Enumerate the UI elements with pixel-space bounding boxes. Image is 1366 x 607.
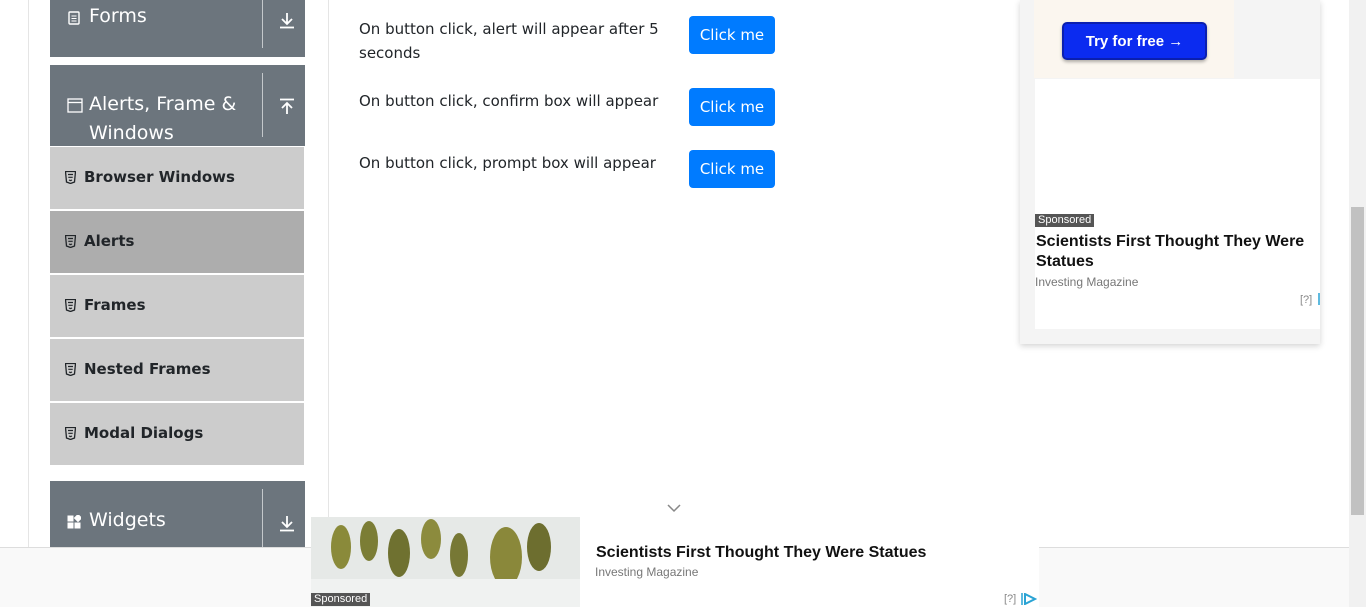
ad-source: Investing Magazine: [1035, 275, 1139, 289]
sidebar-group-forms[interactable]: Forms: [50, 0, 305, 57]
group-separator: [262, 0, 263, 48]
sponsored-label: Sponsored: [311, 593, 371, 606]
page-left-border: [28, 0, 29, 607]
sidebar-item-nested-frames[interactable]: Nested Frames: [50, 339, 304, 401]
sidebar-item-label: Modal Dialogs: [84, 424, 204, 442]
ad-right: Try for free → Sponsored Scientists Firs…: [1020, 0, 1320, 344]
sidebar-item-frames[interactable]: Frames: [50, 275, 304, 337]
collapse-up-icon[interactable]: [277, 97, 297, 117]
confirm-button[interactable]: Click me: [689, 88, 775, 126]
chevron-down-icon[interactable]: [666, 502, 682, 514]
sidebar-divider: [328, 0, 329, 547]
ad-info-link[interactable]: [?]: [1300, 294, 1312, 306]
adchoices-icon[interactable]: [1021, 593, 1037, 605]
bottom-ad[interactable]: Sponsored Scientists First Thought They …: [311, 517, 1039, 607]
sidebar-item-alerts[interactable]: Alerts: [50, 211, 304, 273]
expand-down-icon[interactable]: [277, 513, 297, 533]
html5-icon: [65, 171, 76, 184]
sidebar-group-widgets[interactable]: Widgets: [50, 481, 305, 547]
window-icon: [67, 98, 83, 113]
ad-source: Investing Magazine: [595, 565, 699, 579]
sidebar-group-alerts-frame-windows[interactable]: Alerts, Frame & Windows: [50, 65, 305, 146]
sidebar-item-modal-dialogs[interactable]: Modal Dialogs: [50, 403, 304, 465]
prompt-button[interactable]: Click me: [689, 150, 775, 188]
ad-headline[interactable]: Scientists First Thought They Were Statu…: [596, 544, 926, 562]
prompt-description: On button click, prompt box will appear: [359, 154, 656, 172]
alert-timer-description: On button click, alert will appear after…: [359, 20, 659, 62]
ad-info-link[interactable]: [?]: [1004, 593, 1016, 605]
sidebar-item-label: Browser Windows: [84, 168, 235, 186]
scrollbar-thumb[interactable]: [1351, 207, 1364, 515]
group-title-line2: Windows: [89, 122, 174, 144]
ad-image[interactable]: Sponsored: [311, 517, 580, 607]
adchoices-icon[interactable]: [1318, 293, 1320, 305]
group-separator: [262, 489, 263, 547]
ad-card[interactable]: Sponsored Scientists First Thought They …: [1035, 79, 1320, 329]
html5-icon: [65, 299, 76, 312]
timer-alert-button[interactable]: Click me: [689, 16, 775, 54]
group-separator: [262, 73, 263, 137]
try-for-free-button[interactable]: Try for free →: [1062, 22, 1207, 60]
expand-down-icon[interactable]: [277, 10, 297, 30]
html5-icon: [65, 235, 76, 248]
group-title: Forms: [89, 5, 147, 27]
sidebar-item-label: Alerts: [84, 232, 135, 250]
sidebar-item-label: Frames: [84, 296, 146, 314]
html5-icon: [65, 363, 76, 376]
confirm-description: On button click, confirm box will appear: [359, 92, 659, 110]
grid-icon: [67, 515, 81, 529]
document-icon: [68, 11, 80, 25]
sidebar-item-label: Nested Frames: [84, 360, 211, 378]
sponsored-label: Sponsored: [1035, 214, 1095, 227]
group-title-line1: Alerts, Frame &: [89, 93, 237, 115]
sidebar-item-browser-windows[interactable]: Browser Windows: [50, 147, 304, 209]
group-title: Widgets: [89, 509, 166, 531]
ad-headline[interactable]: Scientists First Thought They Were Statu…: [1036, 232, 1316, 272]
html5-icon: [65, 427, 76, 440]
